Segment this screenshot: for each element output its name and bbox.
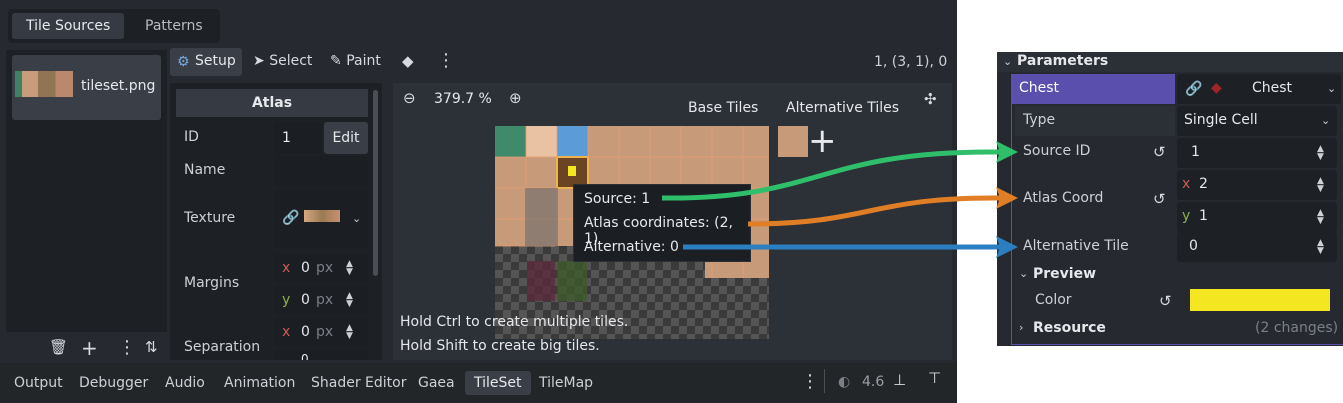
arrow-atlas-coord: [747, 195, 1001, 227]
annotation-arrows: [661, 141, 1018, 258]
arrow-source-id: [661, 149, 1001, 201]
